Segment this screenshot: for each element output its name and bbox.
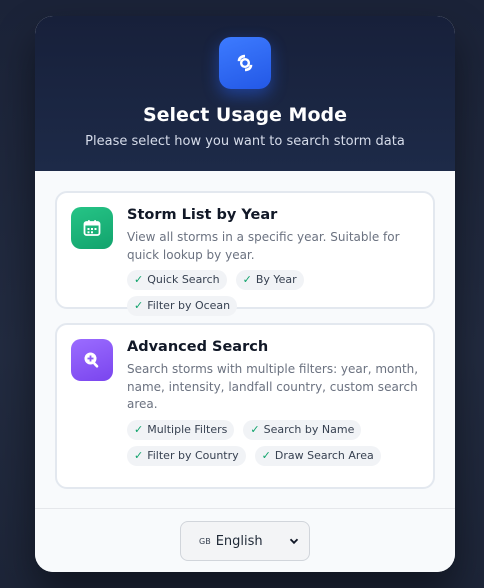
tag-label: Draw Search Area	[274, 448, 374, 462]
tag-label: Multiple Filters	[147, 422, 228, 436]
mode-description: View all storms in a specific year. Suit…	[127, 230, 400, 262]
feature-tag: ✓ Filter by Country	[127, 445, 246, 466]
check-icon: ✓	[134, 422, 144, 436]
flag-icon: GB	[199, 536, 211, 546]
dialog-header: Select Usage Mode Please select how you …	[35, 16, 455, 171]
dialog-title: Select Usage Mode	[142, 104, 348, 126]
chevron-down-icon	[289, 536, 299, 546]
calendar-icon	[71, 207, 113, 249]
feature-tag: ✓ By Year	[235, 270, 304, 290]
feature-tag: ✓ Search by Name	[243, 419, 362, 440]
storm-swirl-icon	[219, 37, 271, 89]
usage-mode-dialog: Select Usage Mode Please select how you …	[35, 16, 455, 572]
mode-card-storm-list-by-year[interactable]: Storm List by Year View all storms in a …	[55, 191, 435, 316]
language-label: English	[215, 533, 263, 549]
check-icon: ✓	[134, 273, 144, 286]
mode-card-advanced-search[interactable]: Advanced Search Search storms with multi…	[55, 323, 435, 489]
check-icon: ✓	[134, 299, 144, 312]
zoom-in-icon	[71, 339, 113, 381]
mode-options: Storm List by Year View all storms in a …	[35, 171, 455, 508]
tag-label: Filter by Ocean	[147, 299, 231, 312]
feature-tag: ✓ Draw Search Area	[254, 445, 381, 466]
mode-title: Advanced Search	[127, 339, 269, 355]
feature-tag: ✓ Quick Search	[127, 270, 227, 290]
language-select[interactable]: GB English	[180, 521, 310, 561]
feature-tag: ✓ Filter by Ocean	[127, 296, 238, 316]
check-icon: ✓	[242, 273, 252, 286]
mode-title: Storm List by Year	[127, 207, 278, 223]
feature-tag: ✓ Multiple Filters	[127, 419, 235, 440]
feature-tags: ✓ Multiple Filters ✓ Search by Name ✓ Filte…	[127, 419, 419, 466]
mode-description: Search storms with multiple filters: yea…	[127, 362, 419, 411]
tag-label: By Year	[255, 273, 297, 286]
tag-label: Search by Name	[263, 422, 355, 436]
dialog-subtitle: Please select how you want to search sto…	[85, 134, 405, 149]
feature-tags: ✓ Quick Search ✓ By Year ✓ Filter by Ocean	[127, 270, 419, 316]
check-icon: ✓	[134, 448, 144, 462]
check-icon: ✓	[261, 448, 271, 462]
tag-label: Filter by Country	[147, 448, 239, 462]
check-icon: ✓	[250, 422, 260, 436]
tag-label: Quick Search	[147, 273, 220, 286]
dialog-footer: GB English	[35, 508, 455, 572]
